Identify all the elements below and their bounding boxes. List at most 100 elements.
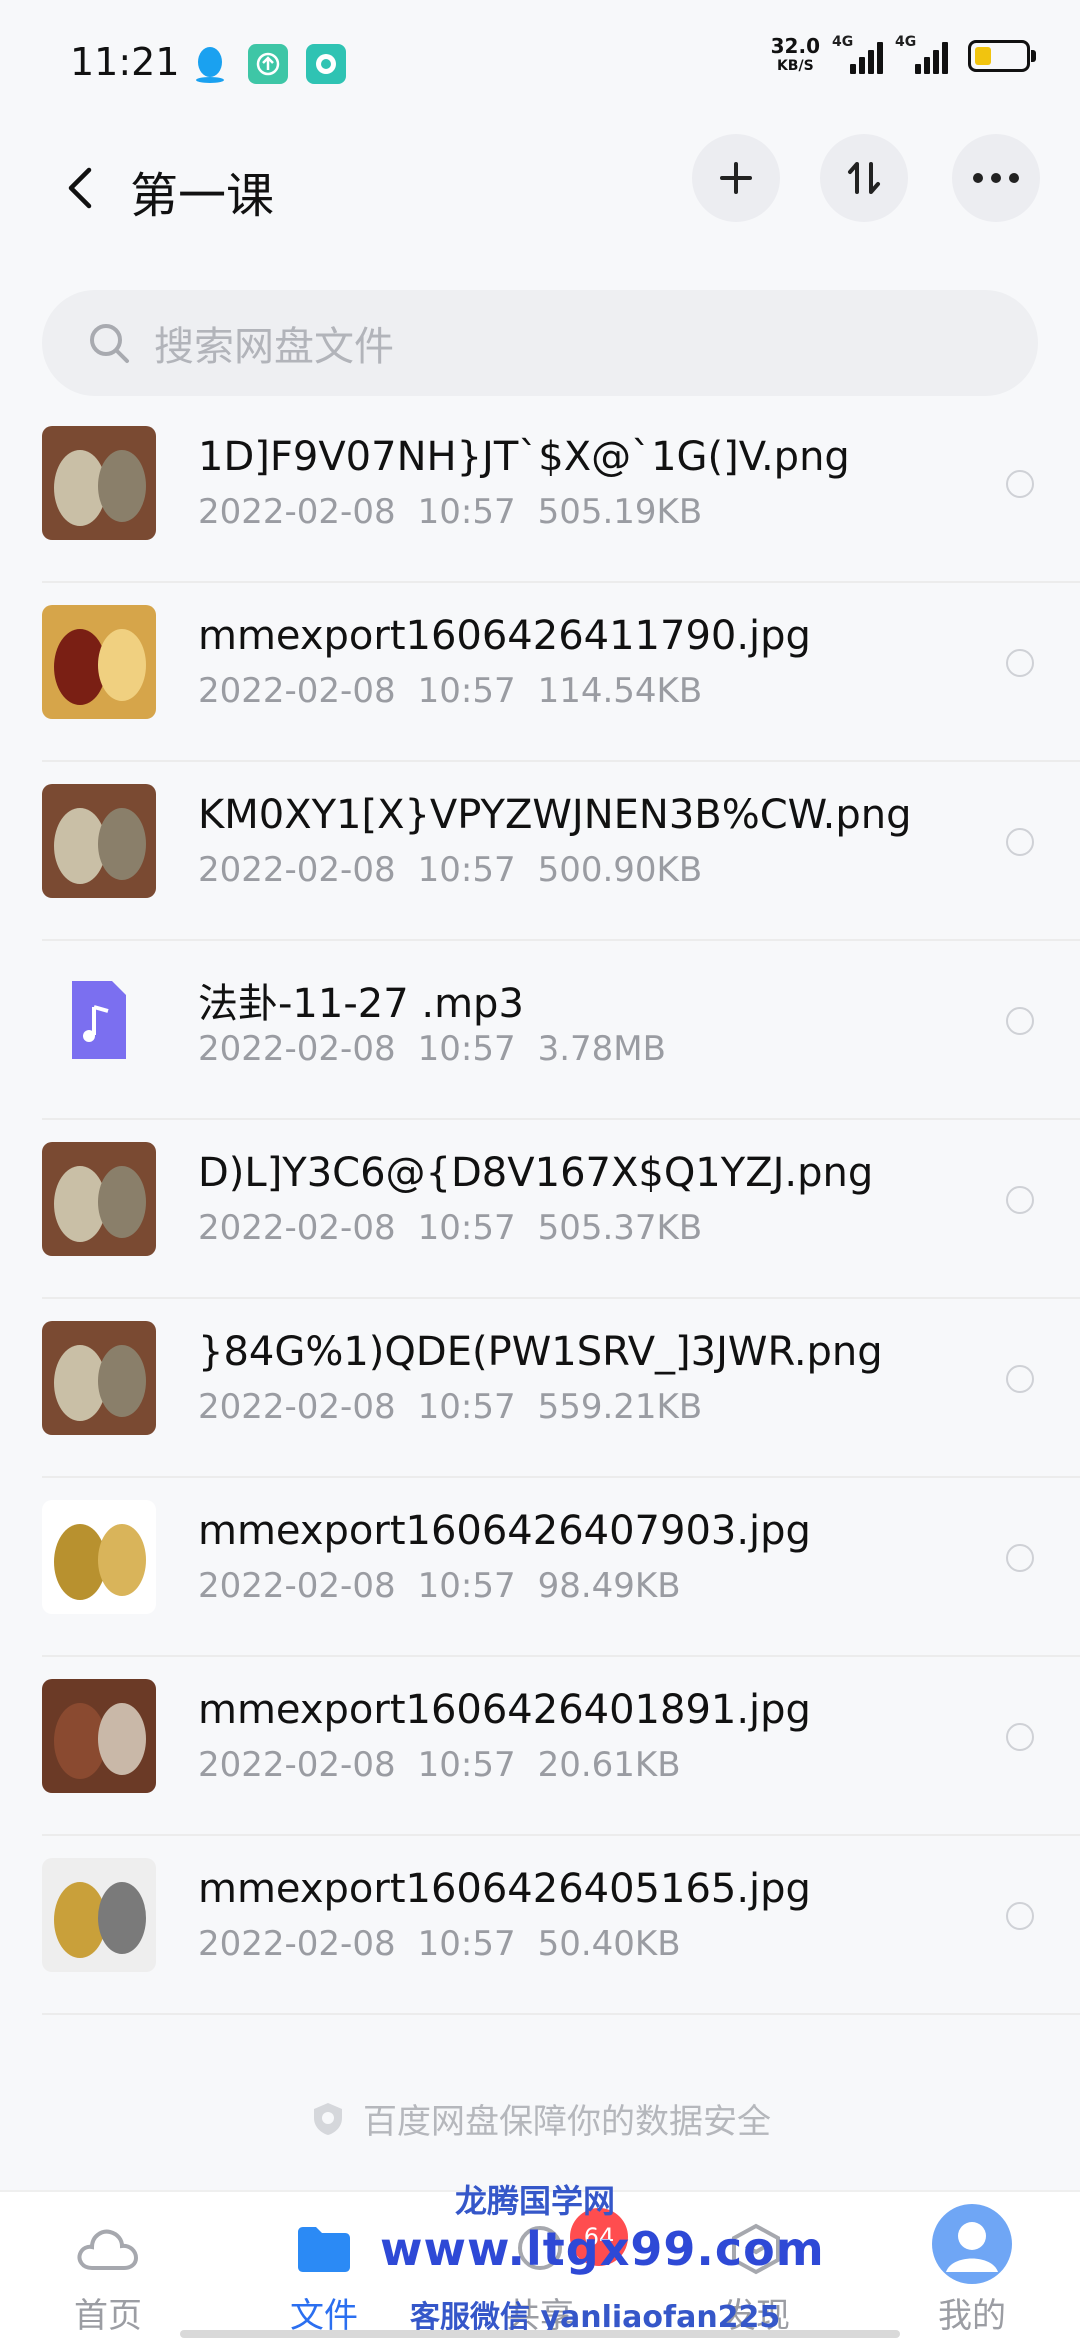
file-thumbnail [42,963,156,1077]
file-size: 50.40KB [537,1924,681,1964]
network-speed: 32.0 KB/S [771,36,820,76]
select-radio[interactable] [1006,470,1034,498]
file-time: 10:57 [417,671,516,711]
file-date: 2022-02-08 [198,1387,396,1427]
photo-carved-bead-thumbnail [42,1321,156,1435]
photo-red-carving-thumbnail [42,605,156,719]
file-date: 2022-02-08 [198,492,396,532]
file-size: 505.19KB [537,492,703,532]
file-row[interactable]: 1D]F9V07NH}JT`$X@`1G(]V.png 2022-02-08 10:… [0,404,1080,583]
select-radio[interactable] [1006,649,1034,677]
search-input[interactable]: 搜索网盘文件 [42,290,1038,396]
select-radio[interactable] [1006,1365,1034,1393]
file-name: KM0XY1[X}VPYZWJNEN3B%CW.png [198,792,912,838]
qq-icon [190,44,230,84]
file-thumbnail [42,1679,156,1793]
file-thumbnail [42,1858,156,1972]
sort-button[interactable] [820,134,908,222]
file-size: 3.78MB [537,1029,666,1069]
file-row[interactable]: mmexport1606426401891.jpg 2022-02-08 10:57… [0,1657,1080,1836]
select-radio[interactable] [1006,1902,1034,1930]
divider [42,2013,1080,2015]
file-row[interactable]: mmexport1606426411790.jpg 2022-02-08 10:57… [0,583,1080,762]
file-list: 1D]F9V07NH}JT`$X@`1G(]V.png 2022-02-08 10:… [0,404,1080,2015]
tab-home[interactable]: 首页 [8,2192,208,2342]
photo-carved-bead-thumbnail [42,1142,156,1256]
file-meta: 2022-02-08 10:57 500.90KB [198,850,724,890]
photo-wood-carving-thumbnail [42,1679,156,1793]
file-name: mmexport1606426411790.jpg [198,613,811,659]
file-name: mmexport1606426407903.jpg [198,1508,811,1554]
file-name: mmexport1606426405165.jpg [198,1866,811,1912]
file-size: 559.21KB [537,1387,703,1427]
file-row[interactable]: KM0XY1[X}VPYZWJNEN3B%CW.png 2022-02-08 10:… [0,762,1080,941]
status-indicators: 32.0 KB/S 4G 4G [771,34,1036,76]
page-title: 第一课 [130,168,275,224]
file-row[interactable]: 法卦-11-27 .mp3 2022-02-08 10:57 3.78MB [0,941,1080,1120]
file-row[interactable]: }84G%1)QDE(PW1SRV_]3JWR.png 2022-02-08 10:… [0,1299,1080,1478]
security-note-text: 百度网盘保障你的数据安全 [363,2102,771,2142]
battery-icon [968,40,1036,72]
file-row[interactable]: D)L]Y3C6@{D8V167X$Q1YZJ.png 2022-02-08 10:… [0,1120,1080,1299]
file-date: 2022-02-08 [198,1566,396,1606]
file-date: 2022-02-08 [198,1029,396,1069]
tab-mine-label: 我的 [938,2296,1006,2336]
file-time: 10:57 [417,850,516,890]
file-row[interactable]: mmexport1606426405165.jpg 2022-02-08 10:57… [0,1836,1080,2015]
photo-carved-bead-thumbnail [42,426,156,540]
file-size: 114.54KB [537,671,703,711]
title-bar: 第一课 [0,130,1080,260]
signal-icon: 4G [895,34,948,74]
music-file-icon [42,963,156,1077]
select-radio[interactable] [1006,1007,1034,1035]
watermark-url: www.ltgx99.com [380,2222,825,2276]
photo-gold-pendant-thumbnail [42,1858,156,1972]
photo-carved-bead-thumbnail [42,784,156,898]
file-meta: 2022-02-08 10:57 98.49KB [198,1566,703,1606]
file-date: 2022-02-08 [198,1745,396,1785]
file-meta: 2022-02-08 10:57 505.37KB [198,1208,724,1248]
file-meta: 2022-02-08 10:57 20.61KB [198,1745,703,1785]
file-name: 法卦-11-27 .mp3 [198,981,524,1027]
file-name: 1D]F9V07NH}JT`$X@`1G(]V.png [198,434,850,480]
select-radio[interactable] [1006,1544,1034,1572]
file-thumbnail [42,1321,156,1435]
file-size: 500.90KB [537,850,703,890]
tab-mine[interactable]: 我的 [872,2192,1072,2342]
tab-home-label: 首页 [74,2296,142,2336]
file-time: 10:57 [417,1029,516,1069]
file-row[interactable]: mmexport1606426407903.jpg 2022-02-08 10:57… [0,1478,1080,1657]
signal-label: 4G [895,34,917,50]
status-app-icons [190,44,346,84]
file-thumbnail [42,605,156,719]
back-arrow-icon [68,167,92,209]
plus-icon [720,162,752,194]
folder-icon [298,2227,350,2272]
file-date: 2022-02-08 [198,1924,396,1964]
home-indicator[interactable] [180,2330,900,2338]
file-size: 505.37KB [537,1208,703,1248]
search-icon [90,324,129,363]
file-meta: 2022-02-08 10:57 114.54KB [198,671,724,711]
select-radio[interactable] [1006,1723,1034,1751]
select-radio[interactable] [1006,1186,1034,1214]
shield-icon [314,2102,342,2135]
add-button[interactable] [692,134,780,222]
file-thumbnail [42,1142,156,1256]
security-note: 百度网盘保障你的数据安全 [0,2094,1080,2143]
sort-icon [848,162,880,194]
signal-icon: 4G [832,34,883,74]
file-time: 10:57 [417,1566,516,1606]
cloud-icon [77,2229,139,2270]
back-button[interactable] [50,158,110,218]
file-meta: 2022-02-08 10:57 3.78MB [198,1029,688,1069]
more-button[interactable] [952,134,1040,222]
file-thumbnail [42,784,156,898]
file-size: 20.61KB [537,1745,681,1785]
avatar-icon [932,2204,1012,2284]
status-bar: 11:21 32.0 KB/S 4G 4G [0,0,1080,130]
file-thumbnail [42,426,156,540]
select-radio[interactable] [1006,828,1034,856]
camera-app-icon [306,44,346,84]
search-placeholder: 搜索网盘文件 [154,324,394,370]
